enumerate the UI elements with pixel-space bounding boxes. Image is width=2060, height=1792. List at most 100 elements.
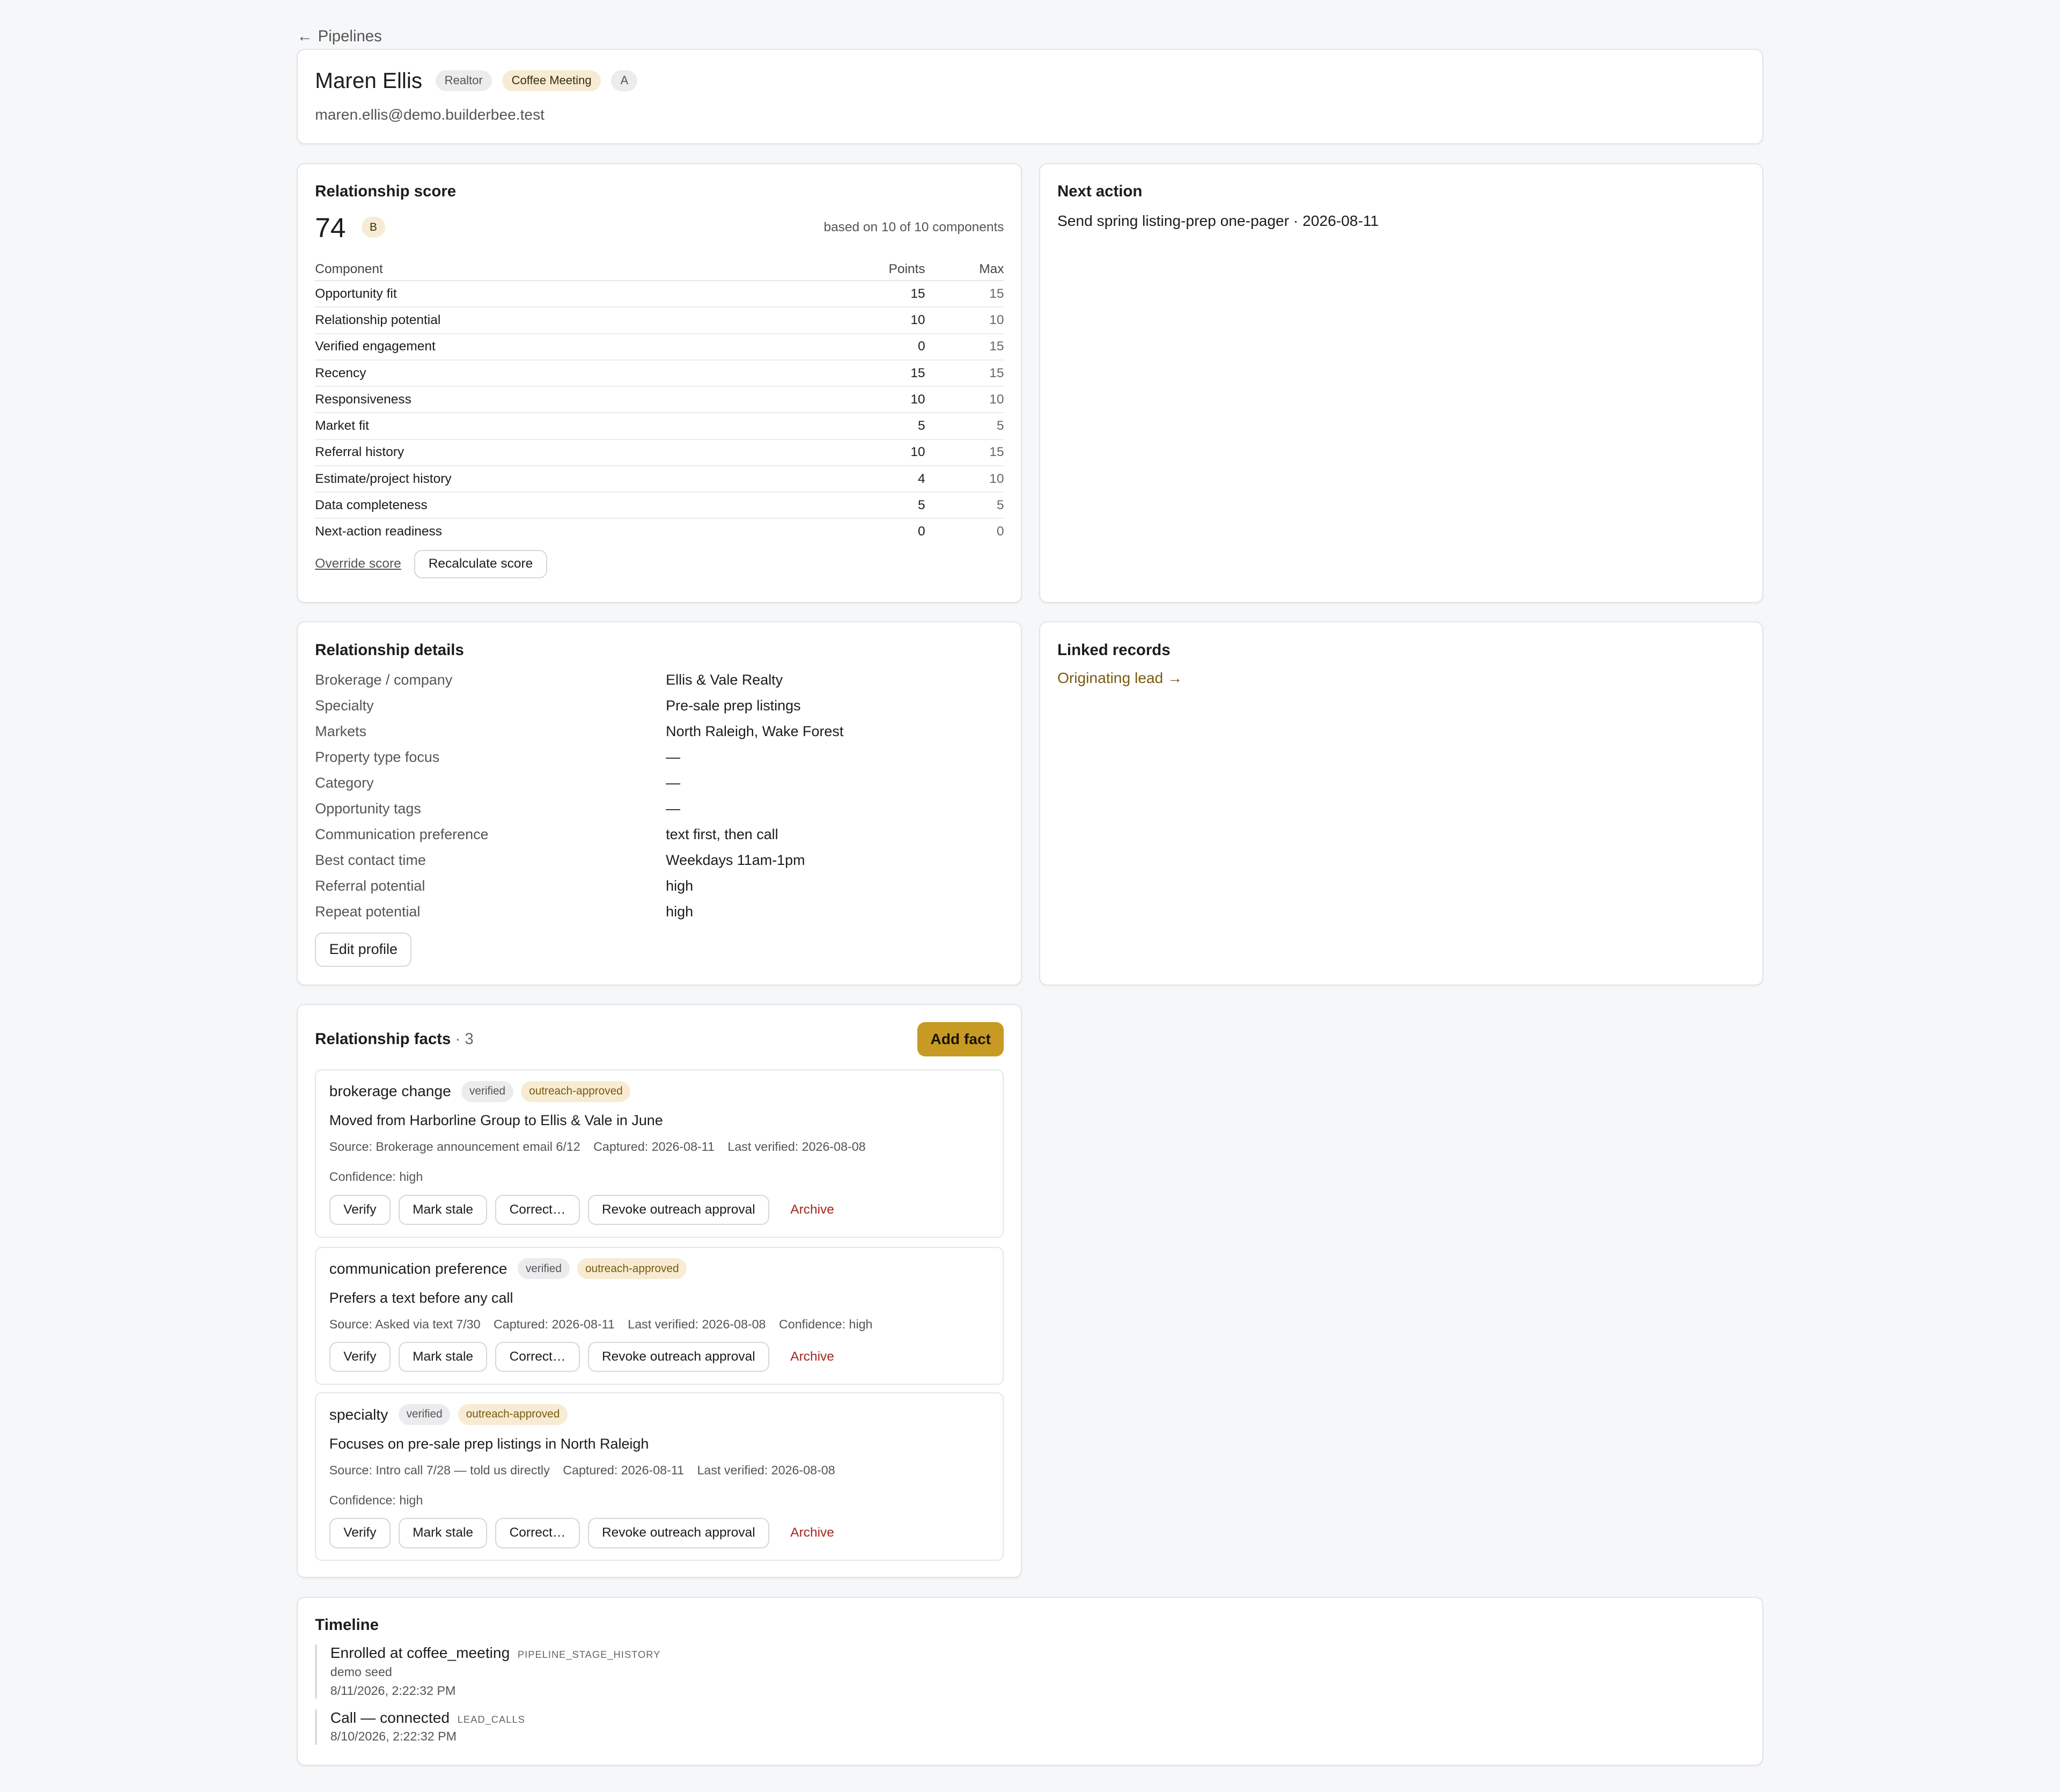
- fact-title: specialty: [329, 1406, 388, 1423]
- fact-confidence: Confidence: high: [778, 1317, 873, 1331]
- edit-profile-button[interactable]: Edit profile: [315, 932, 412, 967]
- detail-label: Referral potential: [315, 877, 425, 894]
- archive-link[interactable]: Archive: [790, 1202, 834, 1217]
- fact-text: Prefers a text before any call: [329, 1289, 513, 1306]
- fact-card: communication preference verified outrea…: [315, 1246, 1004, 1385]
- table-row: Responsiveness 10 10: [315, 386, 1004, 414]
- facts-count: · 3: [455, 1030, 474, 1048]
- column-header-points: Points: [846, 259, 925, 282]
- detail-row: Property type focus —: [315, 744, 1004, 770]
- detail-row: Opportunity tags —: [315, 796, 1004, 821]
- component-max: 10: [925, 465, 1004, 493]
- relationship-details-card: Relationship details Brokerage / company…: [297, 621, 1022, 986]
- details-title: Relationship details: [315, 641, 464, 659]
- fact-last-verified: Last verified: 2026-08-08: [727, 1140, 866, 1154]
- fact-card: specialty verified outreach-approved Foc…: [315, 1392, 1004, 1561]
- correct-button[interactable]: Correct…: [495, 1342, 580, 1372]
- detail-label: Property type focus: [315, 748, 440, 765]
- component-points: 15: [846, 281, 925, 308]
- correct-button[interactable]: Correct…: [495, 1518, 580, 1548]
- detail-value: Ellis & Vale Realty: [666, 671, 783, 688]
- detail-row: Category —: [315, 770, 1004, 796]
- fact-last-verified: Last verified: 2026-08-08: [697, 1463, 835, 1477]
- score-card-title: Relationship score: [315, 182, 457, 200]
- component-name: Data completeness: [315, 492, 847, 519]
- table-row: Next-action readiness 0 0: [315, 518, 1004, 544]
- verify-button[interactable]: Verify: [329, 1518, 391, 1548]
- relationship-facts-card: Relationship facts · 3 Add fact brokerag…: [297, 1004, 1022, 1578]
- mark-stale-button[interactable]: Mark stale: [398, 1342, 488, 1372]
- detail-value: high: [666, 877, 694, 894]
- back-to-pipelines-link[interactable]: ← Pipelines: [297, 27, 381, 46]
- originating-lead-link[interactable]: Originating lead →: [1057, 670, 1745, 687]
- override-score-link[interactable]: Override score: [315, 556, 401, 571]
- detail-label: Markets: [315, 723, 367, 739]
- next-action-card: Next action Send spring listing-prep one…: [1039, 163, 1763, 604]
- detail-value: —: [666, 774, 681, 791]
- detail-row: Markets North Raleigh, Wake Forest: [315, 718, 1004, 744]
- component-max: 10: [925, 307, 1004, 334]
- detail-row: Specialty Pre-sale prep listings: [315, 693, 1004, 718]
- detail-value: Pre-sale prep listings: [666, 697, 801, 714]
- outreach-approved-badge: outreach-approved: [458, 1404, 568, 1426]
- verified-badge: verified: [461, 1081, 513, 1102]
- table-row: Estimate/project history 4 10: [315, 465, 1004, 493]
- component-max: 0: [996, 524, 1004, 539]
- component-points: 10: [846, 307, 925, 334]
- contact-email: maren.ellis@demo.builderbee.test: [315, 106, 545, 123]
- detail-value: —: [666, 800, 681, 817]
- mark-stale-button[interactable]: Mark stale: [398, 1194, 488, 1225]
- detail-label: Opportunity tags: [315, 800, 421, 817]
- outreach-approved-badge: outreach-approved: [577, 1258, 687, 1280]
- fact-meta: Source: Asked via text 7/30 Captured: 202…: [329, 1314, 989, 1334]
- fact-card: brokerage change verified outreach-appro…: [315, 1069, 1004, 1238]
- table-row: Referral history 10 15: [315, 439, 1004, 466]
- fact-meta: Source: Brokerage announcement email 6/1…: [329, 1137, 989, 1187]
- recalculate-score-button[interactable]: Recalculate score: [414, 549, 547, 579]
- fact-title: communication preference: [329, 1260, 507, 1277]
- add-fact-button[interactable]: Add fact: [917, 1022, 1004, 1056]
- archive-link[interactable]: Archive: [790, 1525, 834, 1540]
- revoke-outreach-button[interactable]: Revoke outreach approval: [587, 1194, 770, 1225]
- component-points: 10: [846, 439, 925, 466]
- fact-confidence: Confidence: high: [329, 1170, 423, 1184]
- score-components-table: Component Points Max Opportunity fit 15 15…: [315, 259, 1004, 545]
- table-header-row: Component Points Max: [315, 259, 1004, 282]
- timeline-item-time: 8/11/2026, 2:22:32 PM: [330, 1683, 456, 1698]
- fact-captured: Captured: 2026-08-11: [593, 1140, 715, 1154]
- component-name: Market fit: [315, 413, 847, 440]
- timeline-item-tag: LEAD_CALLS: [457, 1713, 525, 1725]
- arrow-left-icon: ←: [297, 27, 313, 46]
- tier-badge: A: [611, 70, 638, 91]
- revoke-outreach-button[interactable]: Revoke outreach approval: [587, 1518, 770, 1548]
- archive-link[interactable]: Archive: [790, 1349, 834, 1364]
- timeline-item-title: Enrolled at coffee_meeting: [330, 1644, 510, 1662]
- component-points: 10: [846, 386, 925, 414]
- timeline-item-note: demo seed: [330, 1665, 392, 1679]
- column-header-component: Component: [315, 259, 847, 282]
- detail-row: Referral potential high: [315, 873, 1004, 899]
- detail-value: North Raleigh, Wake Forest: [666, 723, 844, 739]
- fact-text: Focuses on pre-sale prep listings in Nor…: [329, 1435, 649, 1452]
- fact-source: Source: Intro call 7/28 — told us direct…: [329, 1463, 550, 1477]
- detail-label: Best contact time: [315, 851, 426, 868]
- verify-button[interactable]: Verify: [329, 1342, 391, 1372]
- correct-button[interactable]: Correct…: [495, 1194, 580, 1225]
- component-name: Relationship potential: [315, 307, 847, 334]
- fact-meta: Source: Intro call 7/28 — told us direct…: [329, 1460, 989, 1510]
- linked-records-card: Linked records Originating lead →: [1039, 621, 1763, 986]
- component-name: Responsiveness: [315, 386, 847, 414]
- fact-last-verified: Last verified: 2026-08-08: [628, 1317, 766, 1331]
- verify-button[interactable]: Verify: [329, 1194, 391, 1225]
- fact-captured: Captured: 2026-08-11: [563, 1463, 684, 1477]
- linked-title: Linked records: [1057, 641, 1171, 659]
- revoke-outreach-button[interactable]: Revoke outreach approval: [587, 1342, 770, 1372]
- column-header-max: Max: [925, 259, 1004, 282]
- detail-label: Repeat potential: [315, 903, 421, 920]
- component-points: 4: [846, 465, 925, 493]
- next-action-title: Next action: [1057, 182, 1143, 200]
- detail-value: text first, then call: [666, 826, 778, 842]
- mark-stale-button[interactable]: Mark stale: [398, 1518, 488, 1548]
- score-grade-badge: B: [361, 216, 385, 238]
- timeline-item-tag: PIPELINE_STAGE_HISTORY: [517, 1649, 661, 1661]
